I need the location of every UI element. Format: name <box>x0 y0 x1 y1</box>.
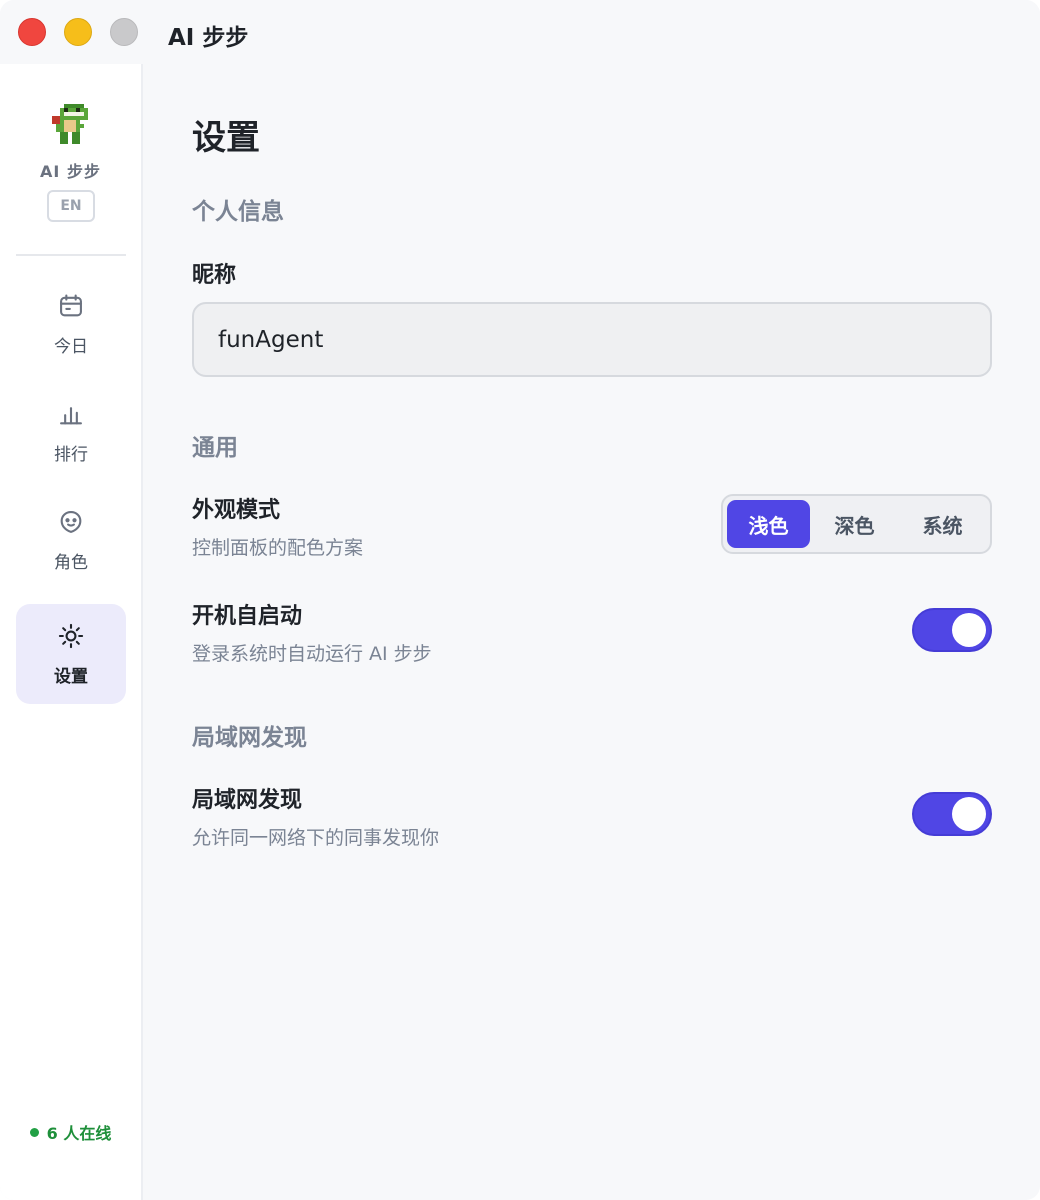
autostart-title: 开机自启动 <box>192 604 303 629</box>
zoom-window-button[interactable] <box>110 18 138 46</box>
dino-logo-icon <box>52 104 88 144</box>
app-window: AI 步步 AI 步步 EN 今日 排行 角色 设置 6 人在线 设置 个人信息… <box>0 0 1040 1200</box>
lan-discovery-desc: 允许同一网络下的同事发现你 <box>192 827 440 849</box>
language-toggle-button[interactable]: EN <box>47 190 95 222</box>
sidebar-divider <box>16 254 126 256</box>
sidebar-item-label: 角色 <box>54 552 88 573</box>
appearance-option-dark[interactable]: 深色 <box>810 500 899 548</box>
sidebar-item-label: 排行 <box>54 444 88 465</box>
sun-gear-icon <box>58 623 84 648</box>
appearance-title: 外观模式 <box>192 498 281 523</box>
sidebar: AI 步步 EN 今日 排行 角色 设置 6 人在线 <box>0 64 143 1200</box>
sidebar-item-settings[interactable]: 设置 <box>16 604 126 704</box>
section-title-profile: 个人信息 <box>192 199 284 225</box>
sidebar-item-ranking[interactable]: 排行 <box>16 382 126 482</box>
window-title: AI 步步 <box>168 25 249 51</box>
appearance-mode-selector: 浅色 深色 系统 <box>721 494 992 554</box>
autostart-toggle[interactable] <box>912 608 992 652</box>
online-status: 6 人在线 <box>0 1120 141 1144</box>
face-icon <box>60 510 82 533</box>
online-dot-icon <box>29 1128 39 1137</box>
nickname-input[interactable] <box>192 302 992 377</box>
online-count: 6 人在线 <box>46 1124 112 1143</box>
page-title: 设置 <box>192 118 260 158</box>
toggle-knob <box>952 613 986 647</box>
bar-chart-icon <box>60 406 82 424</box>
title-bar: AI 步步 <box>0 0 1040 64</box>
lan-discovery-title: 局域网发现 <box>192 788 303 813</box>
sidebar-item-label: 设置 <box>54 666 88 687</box>
nickname-label: 昵称 <box>192 263 237 288</box>
sidebar-item-role[interactable]: 角色 <box>16 490 126 590</box>
appearance-option-light[interactable]: 浅色 <box>727 500 811 548</box>
close-window-button[interactable] <box>18 18 46 46</box>
calendar-icon <box>60 293 82 316</box>
sidebar-item-label: 今日 <box>54 336 88 357</box>
section-title-lan: 局域网发现 <box>192 725 307 751</box>
section-title-general: 通用 <box>192 435 238 461</box>
autostart-desc: 登录系统时自动运行 AI 步步 <box>192 643 432 665</box>
settings-panel: 设置 个人信息 昵称 通用 外观模式 控制面板的配色方案 浅色 深色 系统 开机… <box>144 64 1040 1200</box>
brand-name: AI 步步 <box>40 162 101 181</box>
sidebar-item-today[interactable]: 今日 <box>16 274 126 374</box>
toggle-knob <box>952 797 986 831</box>
appearance-desc: 控制面板的配色方案 <box>192 537 364 559</box>
minimize-window-button[interactable] <box>64 18 92 46</box>
lan-discovery-toggle[interactable] <box>912 792 992 836</box>
appearance-option-system[interactable]: 系统 <box>899 500 986 548</box>
